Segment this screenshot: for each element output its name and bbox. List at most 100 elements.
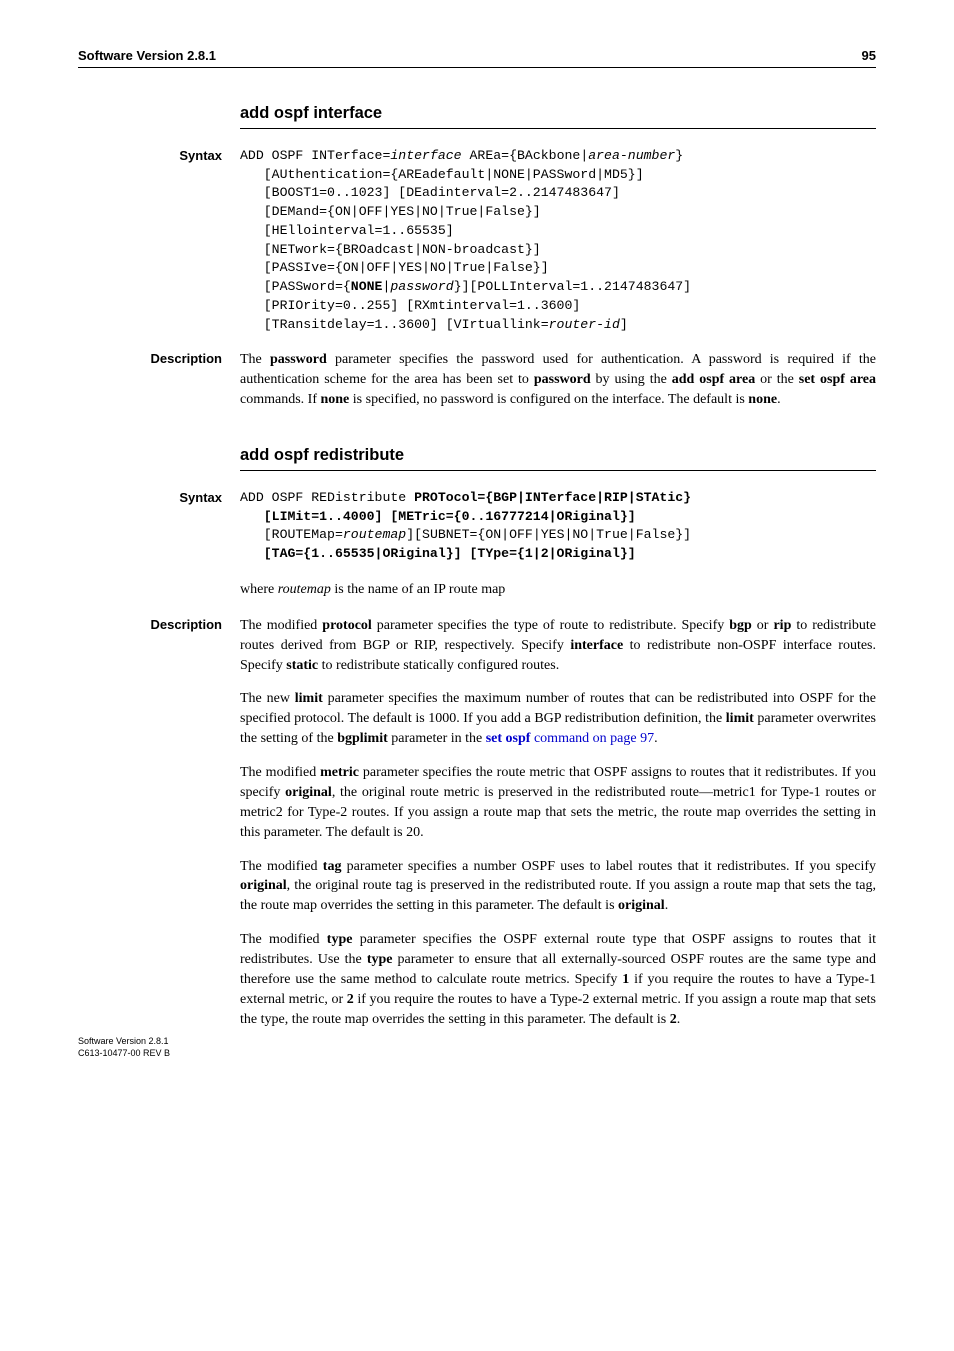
- page-number: 95: [862, 48, 876, 63]
- description-block: Description The password parameter speci…: [78, 350, 876, 410]
- text: protocol: [322, 618, 372, 633]
- text: The new: [240, 691, 295, 706]
- para: The modified type parameter specifies th…: [240, 930, 876, 1029]
- text: The modified: [240, 618, 322, 633]
- text: .: [665, 898, 669, 913]
- description-content: The modified protocol parameter specifie…: [240, 616, 876, 1030]
- text: type: [367, 952, 393, 967]
- header-title: Software Version 2.8.1: [78, 48, 216, 63]
- text: The modified: [240, 932, 327, 947]
- page-header: Software Version 2.8.1 95: [78, 48, 876, 68]
- text: , the original route metric is preserved…: [240, 785, 876, 840]
- section-heading-add-ospf-interface: add ospf interface: [240, 104, 876, 129]
- para: The new limit parameter specifies the ma…: [240, 689, 876, 749]
- code-text: router-id: [549, 317, 620, 332]
- text: or: [752, 618, 774, 633]
- text: none: [320, 392, 349, 407]
- text: parameter in the: [388, 731, 486, 746]
- code-text: [PASSIve={ON|OFF|YES|NO|True|False}]: [240, 260, 557, 275]
- code-text: [LIMit=1..4000] [METric={0..16777214|ORi…: [240, 509, 636, 524]
- text: bgp: [729, 618, 752, 633]
- para: where routemap is the name of an IP rout…: [240, 580, 876, 600]
- text: .: [654, 731, 658, 746]
- description-label: Description: [78, 616, 240, 632]
- cross-ref-link[interactable]: set ospf command on page 97: [486, 731, 654, 746]
- code-text: routemap: [343, 527, 406, 542]
- text: set ospf: [486, 731, 531, 746]
- text: static: [286, 658, 318, 673]
- text: interface: [570, 638, 623, 653]
- text: 2: [347, 992, 354, 1007]
- text: set ospf area: [799, 372, 876, 387]
- text: original: [285, 785, 332, 800]
- code-text: ][SUBNET={ON|OFF|YES|NO|True|False}]: [406, 527, 699, 542]
- syntax-label: Syntax: [78, 489, 240, 505]
- text: limit: [295, 691, 323, 706]
- text: commands. If: [240, 392, 320, 407]
- text: command on page 97: [530, 731, 654, 746]
- text: , the original route tag is preserved in…: [240, 878, 876, 913]
- description-content: The password parameter specifies the pas…: [240, 350, 876, 410]
- text: original: [240, 878, 287, 893]
- text: where: [240, 582, 278, 597]
- text: to redistribute statically configured ro…: [318, 658, 559, 673]
- syntax-block: Syntax ADD OSPF REDistribute PROTocol={B…: [78, 489, 876, 564]
- text: is specified, no password is configured …: [349, 392, 748, 407]
- para: The modified protocol parameter specifie…: [240, 616, 876, 676]
- code-text: [ROUTEMap=: [240, 527, 343, 542]
- code-text: ]: [620, 317, 628, 332]
- code-text: password: [390, 279, 453, 294]
- text: parameter specifies the type of route to…: [372, 618, 729, 633]
- where-content: where routemap is the name of an IP rout…: [240, 580, 876, 600]
- code-text: [DEMand={ON|OFF|YES|NO|True|False}]: [240, 204, 549, 219]
- code-text: interface: [390, 148, 461, 163]
- text: limit: [726, 711, 754, 726]
- text: type: [327, 932, 353, 947]
- description-block: Description The modified protocol parame…: [78, 616, 876, 1030]
- syntax-code: ADD OSPF REDistribute PROTocol={BGP|INTe…: [240, 489, 876, 564]
- footer-line: C613-10477-00 REV B: [78, 1047, 170, 1059]
- text: metric: [320, 765, 359, 780]
- text: or the: [755, 372, 799, 387]
- text: password: [534, 372, 591, 387]
- syntax-block: Syntax ADD OSPF INTerface=interface AREa…: [78, 147, 876, 334]
- code-text: [TRansitdelay=1..3600] [VIrtuallink=: [240, 317, 549, 332]
- text: .: [677, 1012, 681, 1027]
- page: Software Version 2.8.1 95 add ospf inter…: [0, 0, 954, 1086]
- code-text: [AUthentication={AREadefault|NONE|PASSwo…: [240, 167, 652, 182]
- para: The modified tag parameter specifies a n…: [240, 857, 876, 917]
- code-text: ADD OSPF INTerface=: [240, 148, 390, 163]
- text: add ospf area: [672, 372, 755, 387]
- code-text: PROTocol={BGP|INTerface|RIP|STAtic}: [414, 490, 691, 505]
- code-text: NONE: [351, 279, 383, 294]
- text: parameter specifies a number OSPF uses t…: [341, 859, 876, 874]
- text: 2: [670, 1012, 677, 1027]
- text: is the name of an IP route map: [331, 582, 505, 597]
- code-text: }][POLLInterval=1..2147483647]: [454, 279, 699, 294]
- page-footer: Software Version 2.8.1 C613-10477-00 REV…: [78, 1035, 170, 1059]
- text: none: [748, 392, 777, 407]
- text: tag: [323, 859, 342, 874]
- text: original: [618, 898, 665, 913]
- text: The modified: [240, 765, 320, 780]
- code-text: [NETwork={BROadcast|NON-broadcast}]: [240, 242, 549, 257]
- where-block: where routemap is the name of an IP rout…: [78, 580, 876, 600]
- code-text: [TAG={1..65535|ORiginal}] [TYpe={1|2|ORi…: [240, 546, 636, 561]
- code-text: AREa={BAckbone|: [462, 148, 589, 163]
- text: rip: [773, 618, 791, 633]
- footer-line: Software Version 2.8.1: [78, 1035, 170, 1047]
- para: The modified metric parameter specifies …: [240, 763, 876, 843]
- code-text: [PRIOrity=0..255] [RXmtinterval=1..3600]: [240, 298, 588, 313]
- code-text: [BOOST1=0..1023] [DEadinterval=2..214748…: [240, 185, 628, 200]
- text: The: [240, 352, 270, 367]
- text: by using the: [591, 372, 672, 387]
- syntax-code: ADD OSPF INTerface=interface AREa={BAckb…: [240, 147, 876, 334]
- text: .: [777, 392, 781, 407]
- code-text: }: [675, 148, 691, 163]
- para: The password parameter specifies the pas…: [240, 350, 876, 410]
- code-text: [PASSword={: [240, 279, 351, 294]
- text: password: [270, 352, 327, 367]
- section-heading-add-ospf-redistribute: add ospf redistribute: [240, 446, 876, 471]
- empty-label: [78, 580, 240, 581]
- description-label: Description: [78, 350, 240, 366]
